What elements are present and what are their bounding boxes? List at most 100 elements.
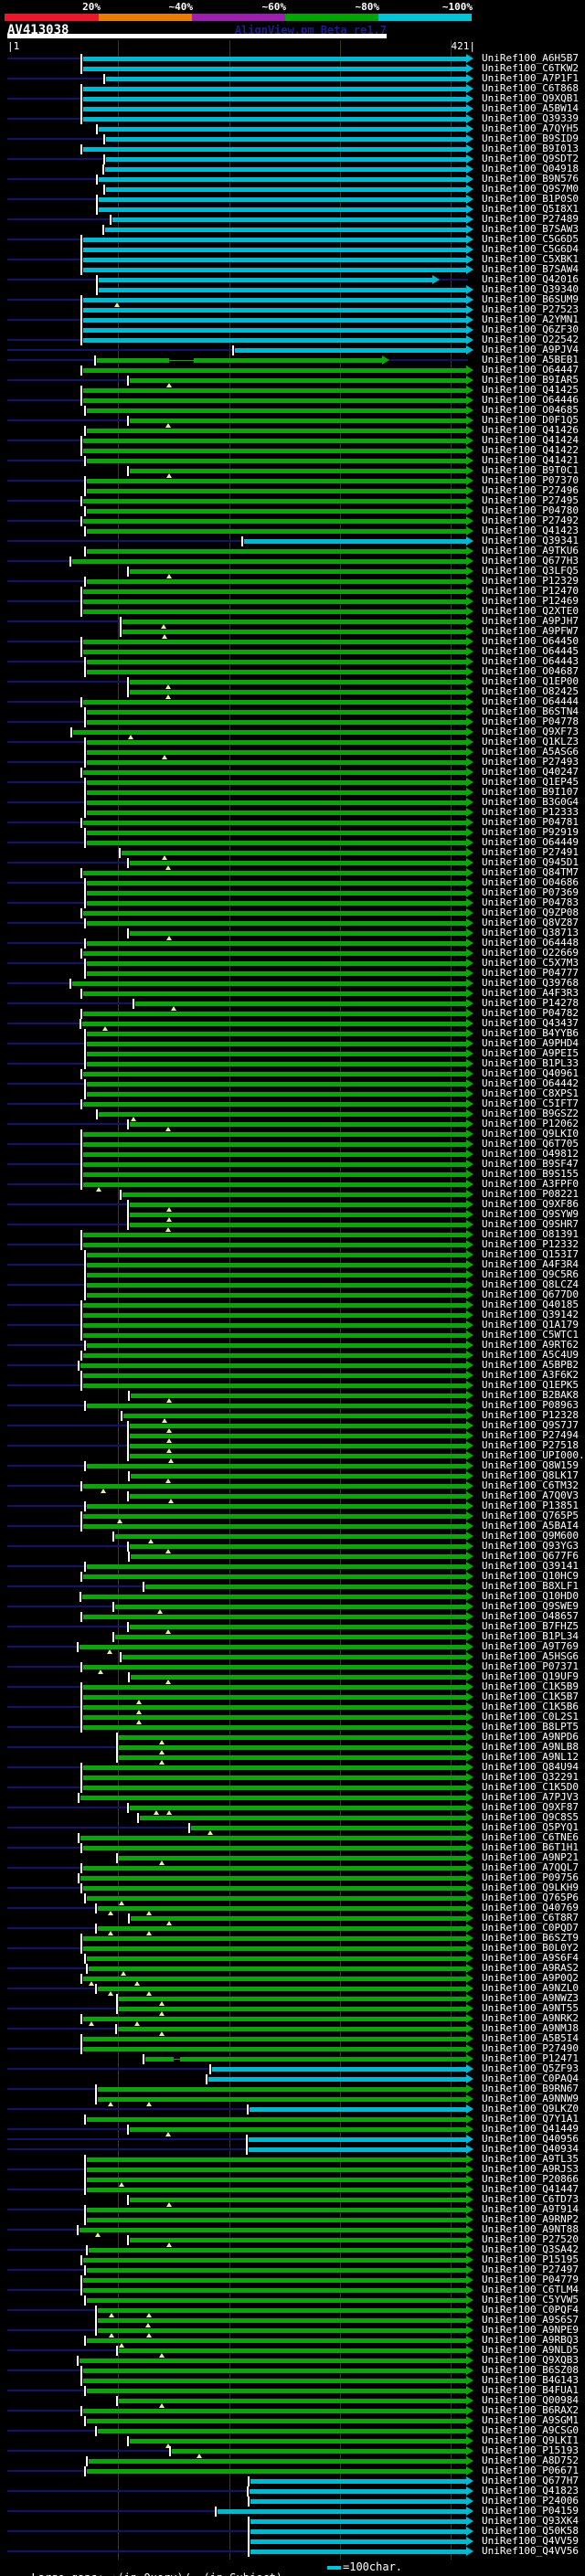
alignment-arrow-icon (466, 305, 473, 314)
alignment-arrow-icon (466, 1501, 473, 1511)
alignment-bar (87, 459, 466, 463)
alignment-start-tick (209, 2064, 211, 2074)
alignment-bar (83, 1243, 466, 1247)
alignment-bar (87, 1082, 466, 1087)
query-gap-triangle-icon (207, 1830, 213, 1835)
query-gap-triangle-icon (166, 1810, 172, 1815)
alignment-start-tick (80, 396, 82, 406)
query-gap-triangle-icon (162, 755, 167, 759)
alignment-arrow-icon (466, 124, 473, 133)
alignment-arrow-icon (466, 185, 473, 194)
alignment-bar (83, 1142, 466, 1147)
alignment-bar (249, 2137, 466, 2142)
alignment-arrow-icon (466, 1632, 473, 1641)
alignment-arrow-icon (466, 2245, 473, 2254)
alignment-arrow-icon (466, 476, 473, 485)
alignment-arrow-icon (466, 1039, 473, 1048)
alignment-arrow-icon (466, 2215, 473, 2224)
alignment-arrow-icon (466, 567, 473, 576)
alignment-start-tick (84, 707, 86, 717)
alignment-arrow-icon (466, 2165, 473, 2174)
alignment-start-tick (84, 1290, 86, 1300)
alignment-start-tick (80, 94, 82, 104)
alignment-start-tick (95, 2326, 97, 2336)
query-gap-triangle-icon (146, 1911, 152, 1915)
alignment-start-tick (80, 647, 82, 657)
alignment-start-tick (246, 2145, 248, 2155)
alignment-arrow-icon (466, 1431, 473, 1440)
alignment-bar (130, 1444, 466, 1448)
alignment-start-tick (127, 1622, 129, 1632)
alignment-bar (115, 1635, 466, 1639)
alignment-bar (83, 1725, 466, 1730)
alignment-arrow-icon (466, 959, 473, 968)
alignment-start-tick (120, 617, 122, 627)
alignment-start-tick (96, 275, 98, 285)
alignment-arrow-icon (466, 1924, 473, 1933)
alignment-bar (87, 2298, 466, 2303)
alignment-arrow-icon (466, 557, 473, 566)
alignment-start-tick (80, 597, 82, 607)
alignment-start-tick (169, 2446, 171, 2456)
alignment-bar (250, 2539, 466, 2544)
alignment-start-tick (127, 1210, 129, 1220)
alignment-bar (145, 1585, 466, 1589)
alignment-arrow-icon (466, 285, 473, 294)
query-gap-triangle-icon (114, 302, 120, 307)
alignment-start-tick (112, 1532, 114, 1542)
alignment-arrow-icon (466, 1391, 473, 1400)
alignment-arrow-icon (466, 1129, 473, 1139)
query-gap-triangle-icon (166, 1438, 172, 1443)
query-gap-triangle-icon (136, 1700, 142, 1704)
alignment-arrow-icon (466, 878, 473, 887)
alignment-arrow-icon (466, 677, 473, 686)
alignment-start-tick (80, 768, 82, 778)
alignment-start-tick (84, 1270, 86, 1280)
alignment-bar (83, 1323, 466, 1328)
alignment-arrow-icon (466, 1733, 473, 1742)
alignment-bar (87, 901, 466, 906)
alignment-bar (123, 1414, 466, 1418)
alignment-bar (87, 549, 466, 554)
alignment-bar (118, 2027, 466, 2031)
query-gap-triangle-icon (159, 1740, 165, 1744)
alignment-bar (87, 811, 466, 815)
alignment-start-tick (84, 2386, 86, 2396)
hit-label[interactable]: UniRef100_Q4VV56 (482, 2546, 579, 2557)
alignment-arrow-icon (466, 1029, 473, 1038)
alignment-arrow-icon (466, 1471, 473, 1480)
alignment-bar (130, 1223, 466, 1227)
alignment-bar (83, 1162, 466, 1167)
alignment-bar (83, 1182, 466, 1187)
alignment-start-tick (80, 265, 82, 275)
alignment-bar (130, 861, 466, 865)
alignment-arrow-icon (466, 2336, 473, 2345)
query-gap-triangle-icon (117, 1519, 122, 1523)
alignment-bar (83, 107, 466, 111)
alignment-bar (131, 1675, 466, 1680)
alignment-start-tick (241, 536, 243, 546)
alignment-arrow-icon (466, 2115, 473, 2124)
scale-segment-80% (285, 14, 378, 21)
alignment-arrow-icon (466, 134, 473, 143)
alignment-arrow-icon (466, 2155, 473, 2164)
alignment-arrow-icon (466, 667, 473, 676)
alignment-bar (83, 599, 466, 604)
alignment-bar (130, 569, 466, 574)
alignment-start-tick (80, 54, 82, 64)
alignment-arrow-icon (466, 1260, 473, 1269)
query-gap-triangle-icon (165, 694, 171, 699)
alignment-start-tick (112, 1602, 114, 1612)
alignment-start-tick (127, 567, 129, 577)
alignment-bar (83, 499, 466, 504)
alignment-arrow-icon (466, 1773, 473, 1782)
alignment-bar (87, 1464, 466, 1468)
alignment-start-tick (248, 2517, 250, 2527)
query-gap-triangle-icon (162, 855, 167, 860)
alignment-start-tick (84, 1079, 86, 1089)
query-gap-triangle-icon (108, 1911, 113, 1915)
query-gap-triangle-icon (136, 1720, 142, 1724)
alignment-start-tick (84, 959, 86, 969)
alignment-arrow-icon (466, 1532, 473, 1541)
alignment-start-tick (80, 1381, 82, 1391)
